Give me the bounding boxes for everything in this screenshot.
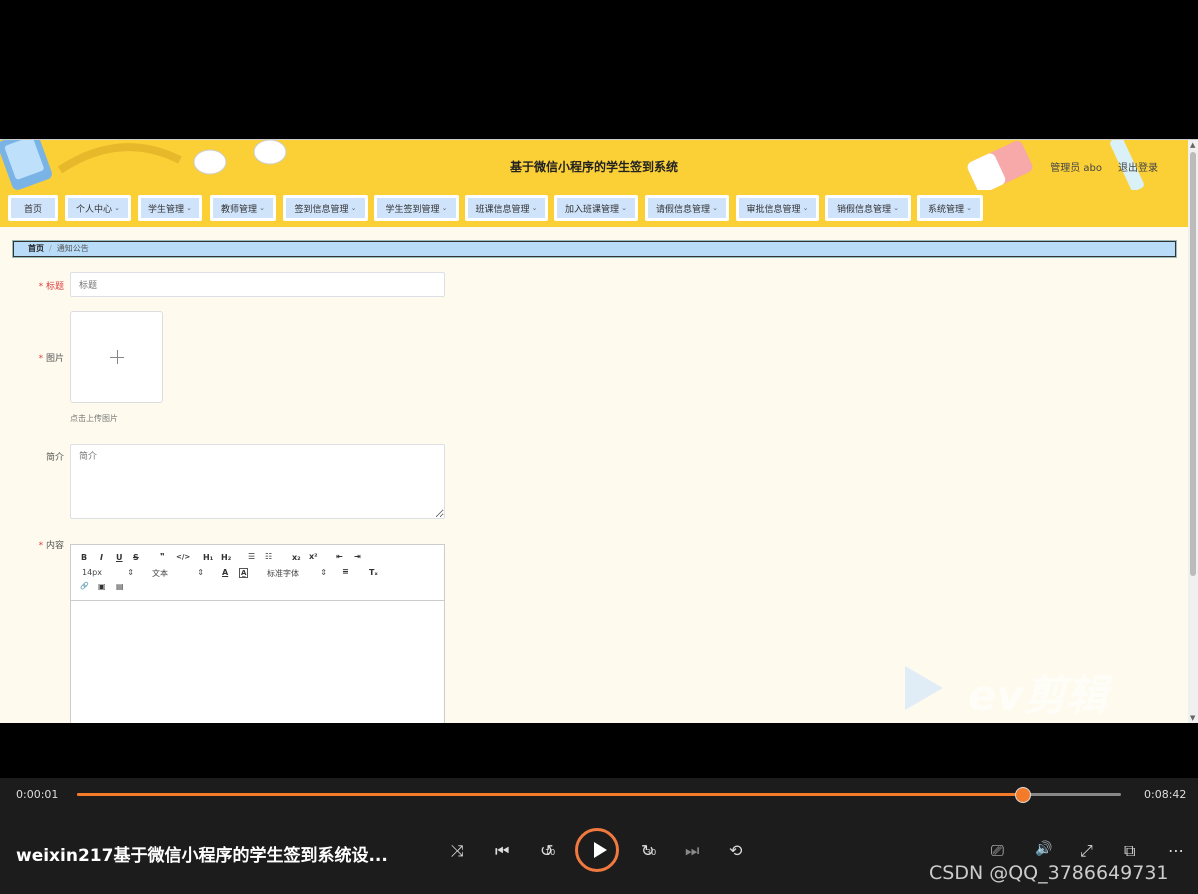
chevron-down-icon: ⌄ (621, 204, 627, 212)
text-color-icon[interactable]: A (222, 568, 228, 577)
more-icon[interactable]: ⋯ (1168, 841, 1184, 860)
elapsed-time: 0:00:01 (16, 788, 59, 801)
select-arrows-icon: ⇕ (197, 568, 204, 577)
nav-item-home[interactable]: 首页 (8, 195, 58, 221)
chevron-down-icon: ⌄ (350, 204, 357, 212)
logout-link[interactable]: 退出登录 (1118, 159, 1158, 174)
select-arrows-icon: ⇕ (320, 568, 327, 577)
progress-thumb[interactable] (1014, 787, 1031, 803)
breadcrumb-home[interactable]: 首页 (28, 244, 44, 253)
content-label: * 内容 (38, 541, 64, 551)
progress-track[interactable] (77, 787, 1121, 803)
image-label: * 图片 (38, 354, 64, 364)
nav-item-student-signin[interactable]: 学生签到管理 ⌄ (374, 195, 459, 221)
rewind-10-icon[interactable]: ↺ 10 (540, 841, 555, 860)
next-icon[interactable]: ⏭ (685, 841, 699, 861)
play-button[interactable] (575, 828, 619, 872)
nav-item-class-info[interactable]: 班课信息管理 ⌄ (465, 195, 548, 221)
underline-icon[interactable]: U (116, 553, 123, 562)
nav-item-join-class[interactable]: 加入班课管理 ⌄ (554, 195, 638, 221)
chevron-down-icon: ⌄ (186, 204, 192, 212)
link-icon[interactable]: 🔗 (80, 582, 89, 590)
app-title: 基于微信小程序的学生签到系统 (509, 160, 678, 174)
media-player: 0:00:01 0:08:42 weixin217基于微信小程序的学生签到系统设… (0, 778, 1198, 894)
chevron-down-icon: ⌄ (802, 204, 809, 212)
nav-item-teachers[interactable]: 教师管理 ⌄ (210, 195, 276, 221)
image-upload-box[interactable] (70, 311, 163, 403)
chevron-down-icon: ⌄ (531, 204, 538, 212)
chevron-down-icon: ⌄ (441, 204, 448, 212)
scrollbar-thumb[interactable] (1190, 152, 1196, 576)
select-arrows-icon: ⇕ (127, 568, 134, 577)
scroll-up-icon[interactable]: ▲ (1190, 141, 1195, 149)
superscript-icon[interactable]: x² (309, 552, 318, 561)
top-nav: 首页 个人中心 ⌄ 学生管理 ⌄ 教师管理 ⌄ 签到信息管理 ⌄ 学生签到管理 ⌄ 班课信… (0, 190, 1188, 227)
strikethrough-icon[interactable]: S (133, 553, 139, 562)
editor-toolbar: B I U S ❞ </> H₁ H₂ ☰ ☷ x₂ x² ⇤ ⇥ 14px ⇕ … (71, 545, 444, 601)
admin-app: 基于微信小程序的学生签到系统 管理员 abo 退出登录 首页 个人中心 ⌄ 学生管… (0, 139, 1198, 723)
repeat-icon[interactable]: ⟲ (729, 841, 742, 860)
nav-item-system[interactable]: 系统管理 ⌄ (917, 195, 983, 221)
fullscreen-icon[interactable]: ⤢ (1080, 841, 1093, 861)
font-family-select[interactable]: 标准字体 ⇕ (267, 568, 327, 579)
breadcrumb: 首页 / 通知公告 (13, 241, 1176, 257)
page-scrollbar[interactable]: ▲ ▼ (1188, 140, 1198, 723)
scroll-down-icon[interactable]: ▼ (1190, 714, 1195, 722)
heading2-icon[interactable]: H₂ (221, 553, 231, 562)
nav-item-cancel-leave[interactable]: 销假信息管理 ⌄ (825, 195, 911, 221)
chevron-down-icon: ⌄ (259, 204, 265, 212)
ordered-list-icon[interactable]: ☰ (248, 552, 255, 561)
subtitles-icon[interactable]: ⎚ (991, 841, 1004, 861)
background-color-icon[interactable]: A̲ (239, 568, 249, 578)
miniplayer-icon[interactable]: ⧉ (1124, 841, 1135, 861)
plus-icon-vertical (117, 350, 118, 364)
play-icon (594, 842, 607, 858)
image-icon[interactable]: ▣ (98, 582, 106, 591)
outdent-icon[interactable]: ⇤ (336, 552, 343, 561)
rich-text-editor: B I U S ❞ </> H₁ H₂ ☰ ☷ x₂ x² ⇤ ⇥ 14px ⇕ … (70, 544, 445, 723)
chevron-down-icon: ⌄ (966, 204, 972, 212)
intro-label: 简介 (45, 453, 64, 463)
progress-fill (77, 793, 1022, 796)
volume-icon[interactable]: 🔊 (1035, 841, 1052, 857)
intro-textarea[interactable] (70, 444, 445, 519)
csdn-watermark: CSDN @QQ_3786649731 (929, 862, 1169, 884)
previous-icon[interactable]: ⏮ (495, 841, 509, 861)
nav-item-personal-center[interactable]: 个人中心 ⌄ (65, 195, 131, 221)
breadcrumb-current: 通知公告 (56, 244, 89, 253)
nav-item-signin-info[interactable]: 签到信息管理 ⌄ (283, 195, 368, 221)
title-label: * 标题 (38, 282, 64, 292)
header-bar: 基于微信小程序的学生签到系统 管理员 abo 退出登录 (0, 140, 1188, 190)
upload-hint: 点击上传图片 (70, 414, 118, 423)
nav-item-students[interactable]: 学生管理 ⌄ (138, 195, 202, 221)
bullet-list-icon[interactable]: ☷ (265, 552, 272, 561)
clear-format-icon[interactable]: Tₓ (369, 568, 378, 577)
text-style-select[interactable]: 文本 ⇕ (152, 568, 204, 579)
align-icon[interactable]: ≡ (342, 567, 349, 576)
bold-icon[interactable]: B (81, 553, 87, 562)
heading1-icon[interactable]: H₁ (203, 553, 213, 562)
ev-watermark: ev剪辑 (968, 671, 1108, 720)
total-duration: 0:08:42 (1144, 788, 1187, 801)
breadcrumb-separator: / (49, 244, 52, 253)
blockquote-icon[interactable]: ❞ (160, 552, 165, 561)
title-input[interactable] (70, 272, 445, 297)
subscript-icon[interactable]: x₂ (292, 553, 301, 562)
admin-user-label: 管理员 abo (1050, 163, 1102, 174)
video-icon[interactable]: ▤ (116, 582, 124, 591)
indent-icon[interactable]: ⇥ (354, 552, 361, 561)
shuffle-icon[interactable]: ⤨ (451, 841, 464, 861)
video-title: weixin217基于微信小程序的学生签到系统设... (16, 846, 388, 866)
nav-item-approval-info[interactable]: 审批信息管理 ⌄ (736, 195, 819, 221)
chevron-down-icon: ⌄ (893, 204, 899, 212)
nav-item-leave-info[interactable]: 请假信息管理 ⌄ (645, 195, 729, 221)
chevron-down-icon: ⌄ (114, 204, 120, 212)
forward-30-icon[interactable]: ↻ 30 (641, 841, 656, 860)
editor-content-area[interactable] (71, 601, 444, 723)
code-block-icon[interactable]: </> (176, 553, 190, 561)
font-size-select[interactable]: 14px ⇕ (82, 568, 134, 577)
ev-logo-icon (905, 666, 943, 710)
chevron-down-icon: ⌄ (712, 204, 718, 212)
italic-icon[interactable]: I (100, 553, 103, 562)
